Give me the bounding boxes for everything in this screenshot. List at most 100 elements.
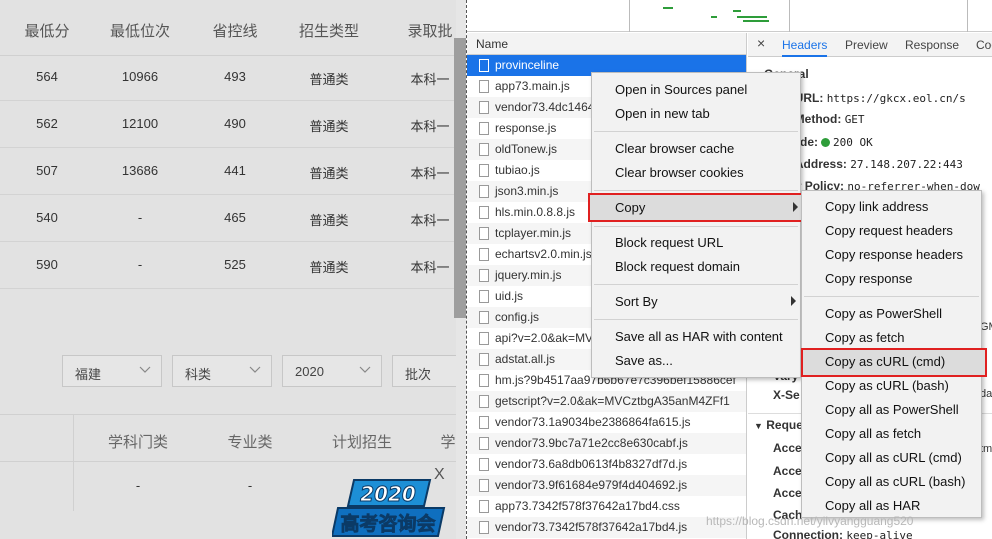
menu-item-copy-all-as-fetch[interactable]: Copy all as fetch (802, 422, 981, 446)
request-name: config.js (495, 310, 540, 324)
select-label: 福建 (75, 367, 102, 382)
timeline-bar (737, 16, 767, 18)
header-accept-language: Acce (773, 486, 802, 500)
cell: 12100 (121, 116, 159, 131)
table-row: 507 13686 441 普通类 本科一 (0, 148, 456, 195)
menu-item-copy-as-curl-bash[interactable]: Copy as cURL (bash) (802, 374, 981, 398)
menu-item-save-as[interactable]: Save as... (592, 349, 800, 373)
request-row[interactable]: vendor73.7342f578f37642a17bd4.js (467, 517, 746, 538)
request-row[interactable]: vendor73.9bc7a71e2cc8e630cabf.js (467, 433, 746, 454)
menu-separator (594, 131, 798, 132)
file-icon (479, 416, 489, 429)
timeline-overview[interactable] (467, 0, 992, 32)
score-table-header: 最低分 最低位次 省控线 招生类型 录取批 (0, 0, 456, 56)
request-name: getscript?v=2.0&ak=MVCztbgA35anM4ZFf1 (495, 394, 730, 408)
request-name: hls.min.0.8.8.js (495, 205, 576, 219)
file-icon (479, 269, 489, 282)
webpage: 最低分 最低位次 省控线 招生类型 录取批 564 10966 493 普通类 … (0, 0, 456, 539)
cell: 本科一 (410, 213, 450, 228)
cell: 本科一 (410, 260, 450, 275)
ad-title: 高考咨询会 (340, 512, 435, 535)
menu-item-copy-request-headers[interactable]: Copy request headers (802, 219, 981, 243)
menu-item-clear-cookies[interactable]: Clear browser cookies (592, 161, 800, 185)
batch-select[interactable]: 批次 (392, 355, 456, 387)
request-name: provinceline (495, 58, 560, 72)
request-row[interactable]: getscript?v=2.0&ak=MVCztbgA35anM4ZFf1 (467, 391, 746, 412)
request-headers-section-title[interactable]: ▼ Reque (754, 418, 803, 432)
province-select[interactable]: 福建 (62, 355, 162, 387)
timeline-bar (663, 7, 673, 9)
ad-close-button[interactable]: X (434, 466, 445, 484)
tab-preview[interactable]: Preview (845, 38, 888, 52)
watermark-text: https://blog.csdn.net/yilvyangguang520 (706, 514, 914, 528)
request-row[interactable]: app73.7342f578f37642a17bd4.css (467, 496, 746, 517)
year-select[interactable]: 2020 (282, 355, 382, 387)
request-row[interactable]: vendor73.9f61684e979f4d404692.js (467, 475, 746, 496)
tab-cookies[interactable]: Coo (976, 38, 992, 52)
request-url-line: est URL: https://gkcx.eol.cn/s (774, 91, 966, 105)
timeline-bar (743, 20, 769, 22)
request-name: response.js (495, 121, 557, 135)
submenu-arrow-icon (791, 296, 796, 306)
cell: 普通类 (309, 119, 349, 134)
cell: 493 (224, 69, 246, 84)
menu-item-copy-as-fetch[interactable]: Copy as fetch (802, 326, 981, 350)
request-name: vendor73.6a8db0613f4b8327df7d.js (495, 457, 688, 471)
cell: 10966 (121, 69, 159, 84)
file-icon (479, 206, 489, 219)
copy-submenu: Copy link address Copy request headers C… (801, 190, 987, 518)
request-name: json3.min.js (495, 184, 559, 198)
menu-item-block-request-domain[interactable]: Block request domain (592, 255, 800, 279)
menu-item-clear-cache[interactable]: Clear browser cache (592, 137, 800, 161)
cell: - (137, 257, 143, 272)
ad-year: 2020 (360, 482, 416, 506)
detail-tabs: × Headers Preview Response Coo (748, 33, 992, 57)
menu-item-copy-all-as-curl-cmd[interactable]: Copy all as cURL (cmd) (802, 446, 981, 470)
menu-item-copy-all-as-curl-bash[interactable]: Copy all as cURL (bash) (802, 470, 981, 494)
subject-select[interactable]: 科类 (172, 355, 272, 387)
timeline-bar (711, 16, 717, 18)
header-x-se: X-Se (773, 388, 800, 402)
file-icon (479, 353, 489, 366)
menu-item-copy-link-address[interactable]: Copy link address (802, 195, 981, 219)
file-icon (479, 479, 489, 492)
request-row[interactable]: vendor73.6a8db0613f4b8327df7d.js (467, 454, 746, 475)
select-label: 2020 (295, 364, 324, 379)
table-row: 562 12100 490 普通类 本科一 (0, 101, 456, 148)
menu-item-copy-as-curl-cmd[interactable]: Copy as cURL (cmd) (801, 348, 987, 377)
cell: 本科一 (410, 119, 450, 134)
menu-separator (594, 190, 798, 191)
menu-separator (804, 296, 979, 297)
menu-item-sort-by[interactable]: Sort By (592, 290, 800, 314)
col-min-rank: 最低位次 (109, 23, 171, 40)
menu-item-save-all-har[interactable]: Save all as HAR with content (592, 325, 800, 349)
cell: - (247, 478, 253, 493)
close-detail-button[interactable]: × (757, 35, 765, 51)
menu-item-copy-response-headers[interactable]: Copy response headers (802, 243, 981, 267)
divider (73, 415, 74, 511)
file-icon (479, 395, 489, 408)
tab-headers[interactable]: Headers (782, 38, 828, 57)
request-name: echartsv2.0.min.js (495, 247, 592, 261)
chevron-down-icon (249, 366, 261, 373)
tab-response[interactable]: Response (905, 38, 959, 52)
cell: 562 (36, 116, 58, 131)
file-icon (479, 59, 489, 72)
menu-item-copy-all-as-powershell[interactable]: Copy all as PowerShell (802, 398, 981, 422)
menu-item-block-request-url[interactable]: Block request URL (592, 231, 800, 255)
cell: 465 (224, 210, 246, 225)
menu-item-open-in-sources[interactable]: Open in Sources panel (592, 78, 800, 102)
menu-item-open-in-new-tab[interactable]: Open in new tab (592, 102, 800, 126)
ad-banner[interactable]: 2020 高考咨询会 (332, 476, 450, 539)
menu-item-copy-as-powershell[interactable]: Copy as PowerShell (802, 302, 981, 326)
request-name: jquery.min.js (495, 268, 562, 282)
timeline-bar (733, 10, 741, 12)
request-row[interactable]: vendor73.1a9034be2386864fa615.js (467, 412, 746, 433)
header-connection: Connection: keep-alive (773, 528, 913, 539)
cell: 普通类 (309, 72, 349, 87)
menu-item-copy[interactable]: Copy (588, 193, 803, 222)
menu-item-copy-response[interactable]: Copy response (802, 267, 981, 291)
col-control-line: 省控线 (212, 23, 258, 40)
request-name: adstat.all.js (495, 352, 556, 366)
name-column-header[interactable]: Name (467, 33, 746, 55)
